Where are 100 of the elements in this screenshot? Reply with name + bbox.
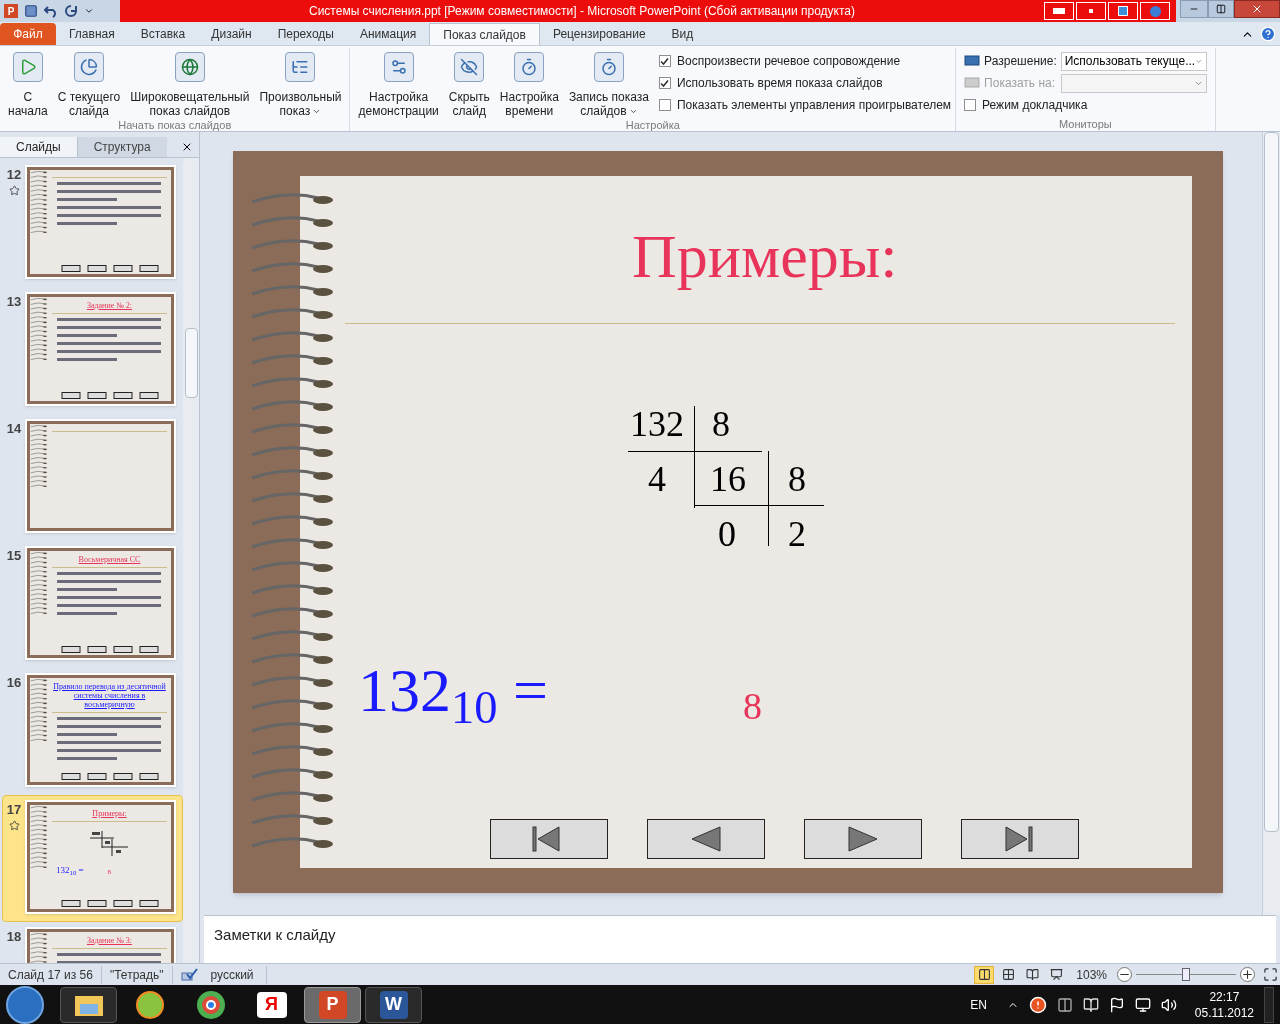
spiral-binding-drawing: [30, 170, 48, 235]
close-icon[interactable]: [181, 141, 193, 153]
ribbon-tab[interactable]: Дизайн: [198, 23, 265, 45]
slide-thumbnail-item[interactable]: 16 Правило перевода из десятичной системы счисления в восьмеричную: [2, 668, 183, 795]
panel-tab[interactable]: Структура: [76, 137, 167, 157]
start-button[interactable]: [6, 985, 44, 1024]
nav-button[interactable]: [804, 819, 922, 859]
slide-thumbnail-item[interactable]: 18 Задание № 3:: [2, 922, 183, 963]
zoom-out-icon[interactable]: [1117, 967, 1132, 982]
panel-tab[interactable]: Слайды: [0, 137, 77, 157]
list-screen-icon: [285, 52, 316, 82]
checkbox[interactable]: Воспроизвести речевое сопровождение: [659, 50, 952, 72]
ribbon-tab[interactable]: Главная: [56, 23, 128, 45]
nav-button[interactable]: [490, 819, 608, 859]
division-number: 8: [788, 459, 806, 499]
globe-screen-icon: [174, 52, 205, 82]
redo-icon[interactable]: [64, 4, 78, 18]
slider-thumb[interactable]: [1182, 967, 1190, 981]
app-glyph: P: [318, 990, 347, 1019]
customize-icon[interactable]: [84, 6, 94, 16]
sorter-view-icon: [1001, 968, 1015, 981]
ribbon-tab[interactable]: Вставка: [127, 23, 199, 45]
alert-icon[interactable]: [1028, 995, 1047, 1014]
ribbon-button[interactable]: Запись показа слайдов: [564, 48, 653, 118]
view-button[interactable]: [974, 965, 995, 984]
division-number: 4: [648, 459, 666, 499]
fit-to-window-icon[interactable]: [1263, 967, 1278, 982]
scrollbar[interactable]: [183, 158, 199, 963]
input-language[interactable]: EN: [970, 995, 987, 1014]
slide-thumbnail-item[interactable]: 15 Восьмеричная СС: [2, 541, 183, 668]
nav-button[interactable]: [647, 819, 765, 859]
minimize-button[interactable]: [1180, 0, 1208, 18]
file-tab[interactable]: Файл: [0, 23, 56, 45]
clock-date[interactable]: 05.11.2012: [1194, 1004, 1254, 1021]
volume-icon[interactable]: [1160, 996, 1177, 1013]
thumbnail-title: Правило перевода из десятичной системы счисления в восьмеричную: [52, 682, 167, 709]
save-icon[interactable]: [24, 4, 38, 18]
slide-thumbnail-item[interactable]: 14: [2, 414, 183, 541]
show-view-icon: [1049, 968, 1063, 981]
ribbon-button[interactable]: С начала: [4, 48, 52, 118]
action-center-icon[interactable]: [1108, 996, 1125, 1013]
ribbon-button[interactable]: Настройка демонстрации: [354, 48, 443, 118]
zoom-in-icon[interactable]: [1240, 967, 1255, 982]
slide-number: 15: [6, 547, 22, 565]
ribbon-button[interactable]: Настройка времени: [495, 48, 563, 118]
field-label: Показать на:: [984, 75, 1056, 92]
group-title: Настройка: [624, 118, 681, 132]
group-title: Мониторы: [1058, 117, 1113, 131]
tray-app-icon[interactable]: [1056, 996, 1073, 1013]
spiral-binding-drawing: [30, 424, 48, 489]
checkbox[interactable]: Показать элементы управления проигрывателем: [659, 94, 952, 116]
ribbon-button[interactable]: Скрыть слайд: [444, 48, 494, 118]
undo-icon[interactable]: [44, 4, 58, 18]
app-glyph: Я: [256, 991, 287, 1018]
taskbar-button[interactable]: [60, 986, 117, 1023]
taskbar-button[interactable]: Я: [243, 986, 300, 1023]
thumbnail-title: Восьмеричная СС: [78, 555, 141, 564]
spiral-binding-drawing: [30, 297, 48, 362]
restore-icon: [1216, 4, 1226, 14]
slide-thumbnail-item[interactable]: 12: [2, 160, 183, 287]
zoom-percent[interactable]: 103%: [1070, 965, 1113, 984]
monitor-icon: [964, 55, 981, 67]
language-label[interactable]: русский: [198, 965, 267, 984]
ribbon-tab[interactable]: Рецензирование: [539, 23, 659, 45]
ribbon-button[interactable]: С текущего слайда: [53, 48, 125, 118]
close-icon: [1251, 3, 1263, 15]
ribbon-tab[interactable]: Вид: [658, 23, 707, 45]
taskbar-button[interactable]: W: [365, 986, 422, 1023]
window-title: Системы счисления.ppt [Режим совместимости] - Microsoft PowerPoint (Сбой активации продукта): [309, 3, 855, 20]
monitor-icon: [964, 77, 981, 89]
checkmark-icon: [660, 56, 670, 66]
help-icon[interactable]: [1260, 26, 1276, 42]
hidden-slide-icon: [454, 52, 485, 82]
slide-number: 12: [6, 166, 22, 184]
ribbon-tab[interactable]: Анимация: [346, 23, 430, 45]
ribbon-tab[interactable]: Переходы: [264, 23, 347, 45]
stopwatch-icon: [514, 52, 545, 82]
nav-button[interactable]: [961, 819, 1079, 859]
slide-thumbnail-item[interactable]: 13 Задание № 2:: [2, 287, 183, 414]
slide-number: 14: [6, 420, 22, 438]
animation-star-icon: [8, 819, 20, 831]
slide-number: 17: [6, 801, 22, 819]
zoom-slider[interactable]: [1136, 967, 1236, 982]
scrollbar[interactable]: [1262, 132, 1280, 915]
tray-book-icon[interactable]: [1082, 996, 1099, 1013]
square-icon[interactable]: [1076, 2, 1106, 20]
clock-time[interactable]: 22:17: [1209, 988, 1240, 1005]
slide-number: 16: [6, 674, 22, 692]
network-icon[interactable]: [1134, 996, 1151, 1013]
checkbox[interactable]: Режим докладчика: [964, 94, 1207, 116]
ribbon-button[interactable]: Широковещательный показ слайдов: [126, 48, 254, 118]
checkbox[interactable]: Использовать время показа слайдов: [659, 72, 952, 94]
dropdown[interactable]: Использовать текуще...: [1060, 51, 1207, 71]
color-square-icon[interactable]: [1108, 2, 1138, 20]
notes-field[interactable]: Заметки к слайду: [204, 915, 1276, 963]
taskbar-button[interactable]: P: [304, 986, 361, 1023]
ribbon-tab[interactable]: Показ слайдов: [429, 23, 540, 45]
spell-check-icon[interactable]: [180, 967, 199, 982]
ribbon-button[interactable]: Произвольный показ: [255, 48, 346, 118]
restore-button[interactable]: [1208, 0, 1234, 18]
